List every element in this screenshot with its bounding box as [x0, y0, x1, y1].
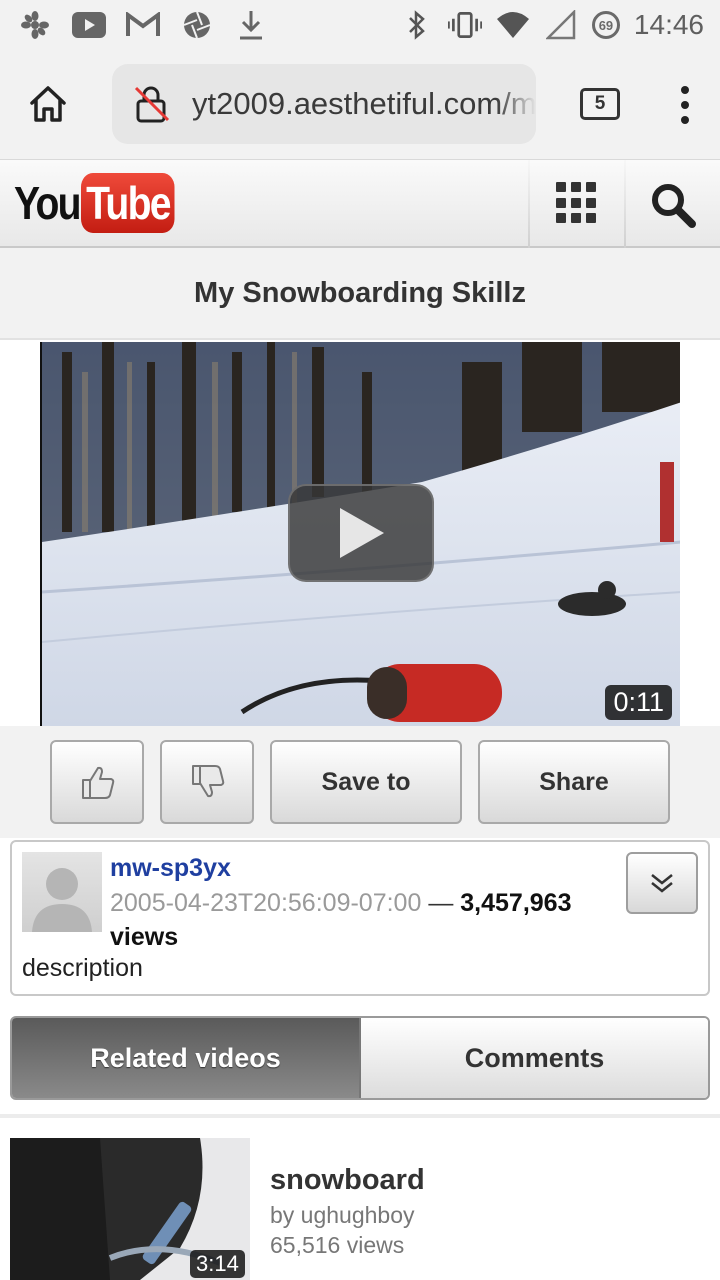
youtube-icon — [72, 8, 106, 42]
url-text: yt2009.aesthetiful.com/m — [192, 86, 536, 121]
site-header: You Tube — [0, 160, 720, 248]
related-views: 65,516 views — [270, 1232, 405, 1258]
default-avatar-icon — [32, 868, 92, 932]
logo-you-text: You — [14, 177, 82, 229]
related-title[interactable]: snowboard — [270, 1164, 425, 1197]
browser-toolbar: yt2009.aesthetiful.com/m 5 — [0, 50, 720, 160]
youtube-logo[interactable]: You Tube — [14, 172, 192, 234]
battery-icon: 69 — [591, 11, 620, 39]
double-chevron-down-icon — [651, 874, 673, 893]
related-author: by ughughboy — [270, 1202, 415, 1228]
related-thumbnail[interactable]: 3:14 — [10, 1138, 250, 1280]
video-duration: 0:11 — [605, 685, 672, 720]
tab-related-videos[interactable]: Related videos — [12, 1018, 361, 1098]
signal-icon — [544, 8, 578, 42]
search-icon — [652, 184, 696, 228]
dislike-button[interactable] — [160, 740, 254, 824]
video-player[interactable]: 0:11 — [40, 342, 680, 726]
aperture-icon — [180, 8, 214, 42]
share-button[interactable]: Share — [478, 740, 670, 824]
thumbs-down-icon — [192, 765, 225, 798]
video-actions: Save to Share — [0, 726, 720, 838]
meta-separator: — — [428, 889, 454, 917]
related-duration: 3:14 — [190, 1250, 245, 1278]
content-tabs: Related videos Comments — [10, 1016, 710, 1100]
home-button[interactable] — [22, 78, 74, 130]
apps-grid-button[interactable] — [556, 182, 598, 224]
video-title: My Snowboarding Skillz — [194, 276, 526, 309]
save-to-button[interactable]: Save to — [270, 740, 462, 824]
video-meta: 2005-04-23T20:56:09-07:00 — 3,457,963 vi… — [110, 886, 610, 954]
play-icon — [340, 508, 384, 558]
avatar[interactable] — [22, 852, 102, 932]
overflow-menu-button[interactable] — [668, 80, 702, 130]
gmail-icon — [126, 8, 160, 42]
menu-dot-icon — [681, 116, 689, 124]
like-button[interactable] — [50, 740, 144, 824]
status-bar: 69 14:46 — [0, 0, 720, 50]
bluetooth-icon — [400, 8, 434, 42]
search-button[interactable] — [648, 180, 698, 230]
settings-flower-icon — [18, 8, 52, 42]
thumbs-up-icon — [82, 766, 115, 799]
menu-dot-icon — [681, 86, 689, 94]
logo-tube-text: Tube — [81, 173, 176, 233]
video-description: description — [22, 954, 143, 982]
clock: 14:46 — [633, 9, 704, 40]
wifi-icon — [496, 8, 530, 42]
video-title-bar: My Snowboarding Skillz — [0, 248, 720, 340]
insecure-lock-icon — [132, 84, 172, 124]
download-icon — [234, 8, 268, 42]
tab-switcher-button[interactable]: 5 — [580, 88, 620, 120]
play-button[interactable] — [288, 484, 434, 582]
video-info: mw-sp3yx 2005-04-23T20:56:09-07:00 — 3,4… — [10, 840, 710, 996]
author-link[interactable]: mw-sp3yx — [110, 854, 231, 883]
list-item[interactable]: 3:14 snowboard by ughughboy 65,516 views — [10, 1138, 710, 1280]
divider — [0, 1114, 720, 1118]
tab-comments[interactable]: Comments — [361, 1018, 708, 1098]
menu-dot-icon — [681, 101, 689, 109]
home-icon — [30, 86, 66, 122]
vibrate-icon — [447, 8, 482, 42]
expand-details-button[interactable] — [626, 852, 698, 914]
upload-date: 2005-04-23T20:56:09-07:00 — [110, 889, 422, 917]
address-bar[interactable]: yt2009.aesthetiful.com/m — [112, 64, 536, 144]
